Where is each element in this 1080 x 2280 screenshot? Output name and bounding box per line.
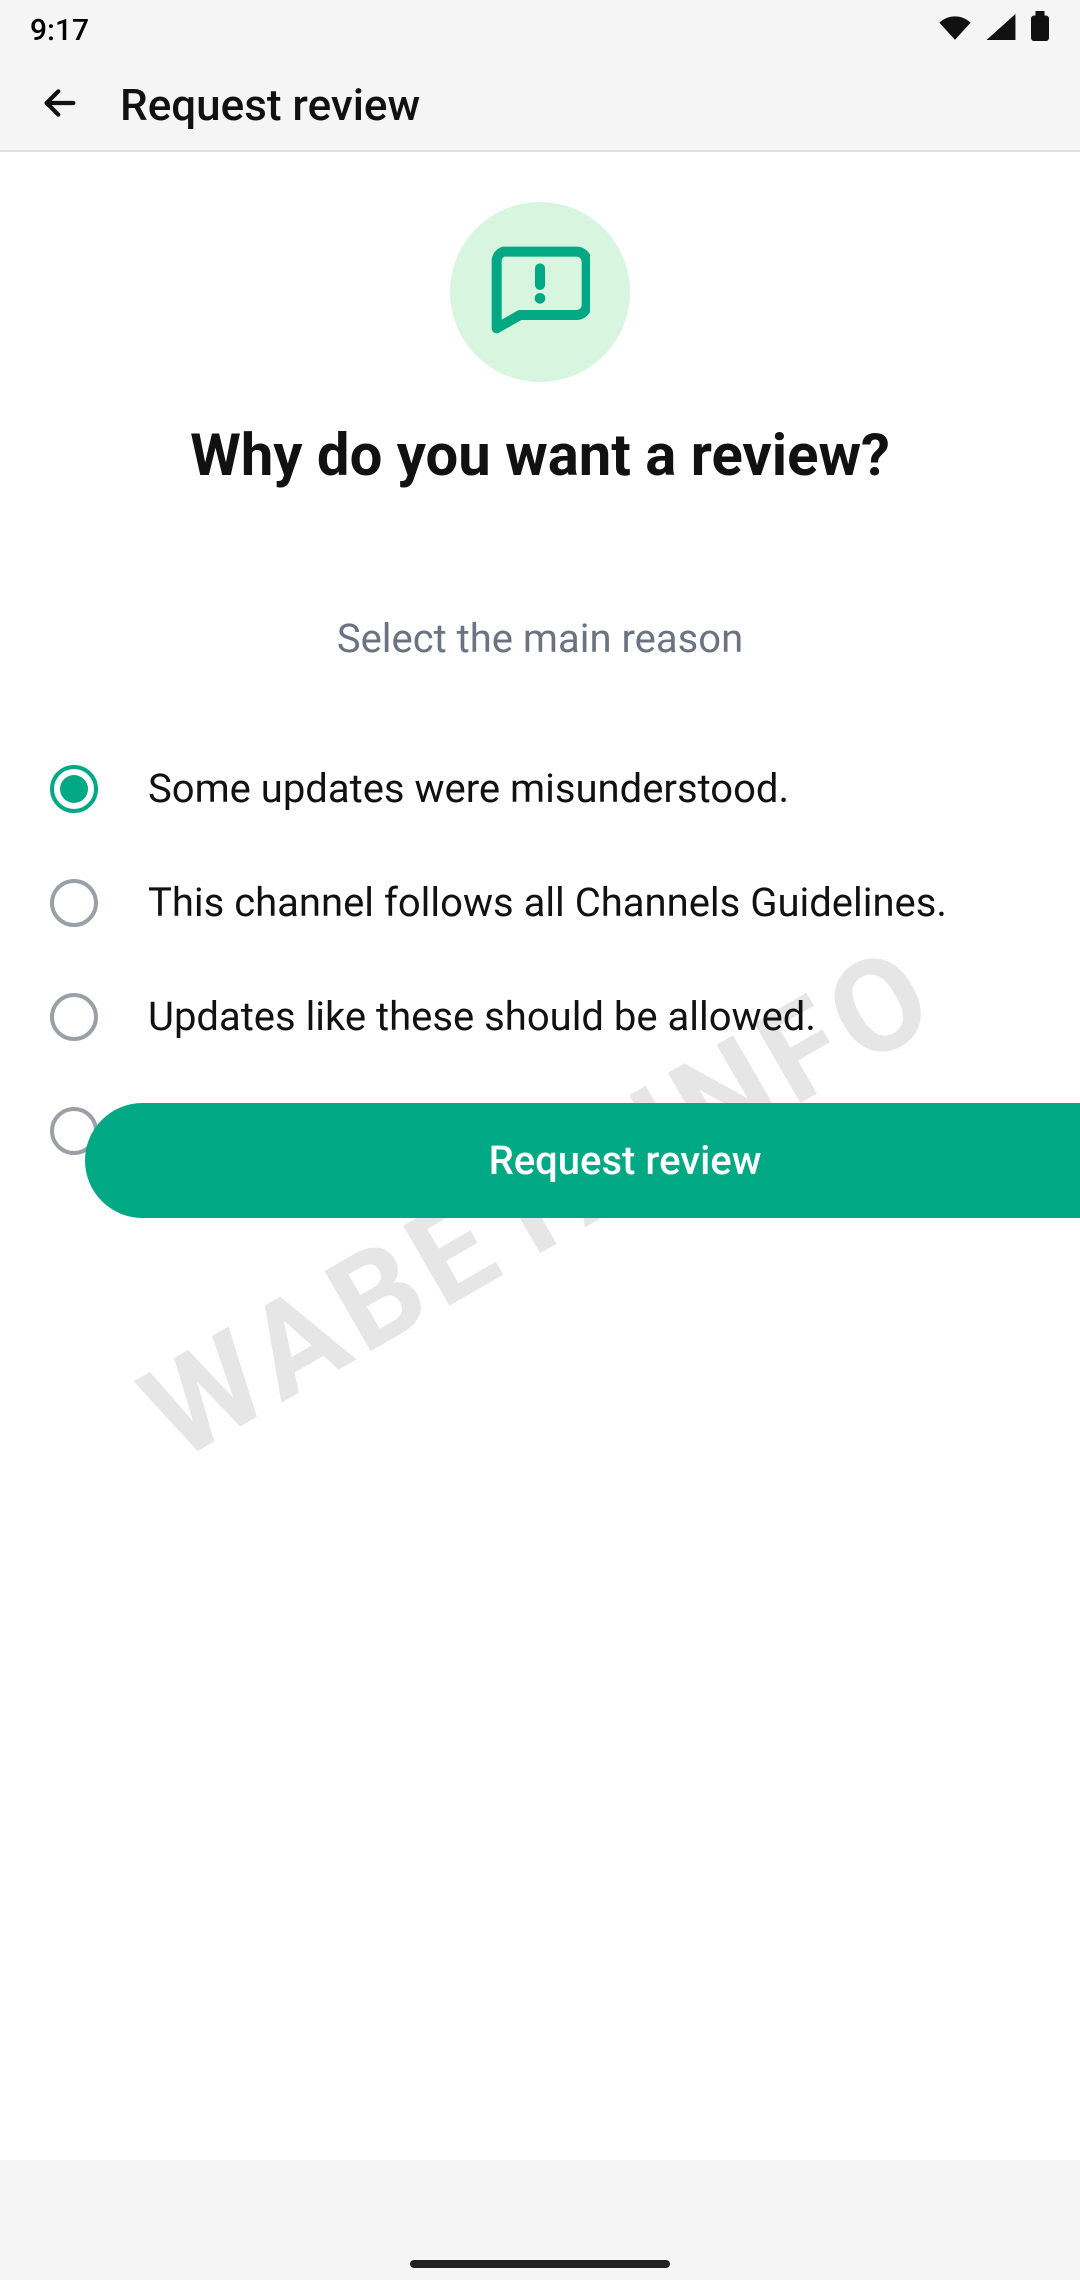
radio-icon (50, 993, 98, 1041)
signal-icon (986, 13, 1016, 48)
subheading: Select the main reason (60, 615, 1020, 662)
option-3[interactable]: Updates like these should be allowed. (50, 960, 1030, 1074)
status-bar: 9:17 (0, 0, 1080, 60)
battery-icon (1030, 11, 1050, 49)
button-label: Request review (489, 1137, 762, 1184)
option-label: Updates like these should be allowed. (148, 990, 816, 1044)
page-title: Request review (120, 79, 420, 131)
content: WABETAINFO Why do you want a review? Sel… (0, 152, 1080, 2160)
chat-alert-icon (490, 245, 590, 339)
toolbar: Request review (0, 60, 1080, 150)
hero-icon-wrap (450, 202, 630, 382)
heading: Why do you want a review? (60, 422, 1020, 490)
request-review-button[interactable]: Request review (85, 1103, 1080, 1218)
status-icons (938, 11, 1050, 49)
nav-indicator (410, 2260, 670, 2268)
wifi-icon (938, 13, 972, 48)
option-2[interactable]: This channel follows all Channels Guidel… (50, 846, 1030, 960)
option-label: Some updates were misunderstood. (148, 762, 789, 816)
hero: Why do you want a review? Select the mai… (0, 202, 1080, 662)
radio-icon (50, 879, 98, 927)
radio-icon (50, 765, 98, 813)
arrow-left-icon (40, 83, 80, 127)
option-label: This channel follows all Channels Guidel… (148, 876, 947, 930)
back-button[interactable] (30, 75, 90, 135)
option-1[interactable]: Some updates were misunderstood. (50, 732, 1030, 846)
status-time: 9:17 (30, 13, 89, 48)
